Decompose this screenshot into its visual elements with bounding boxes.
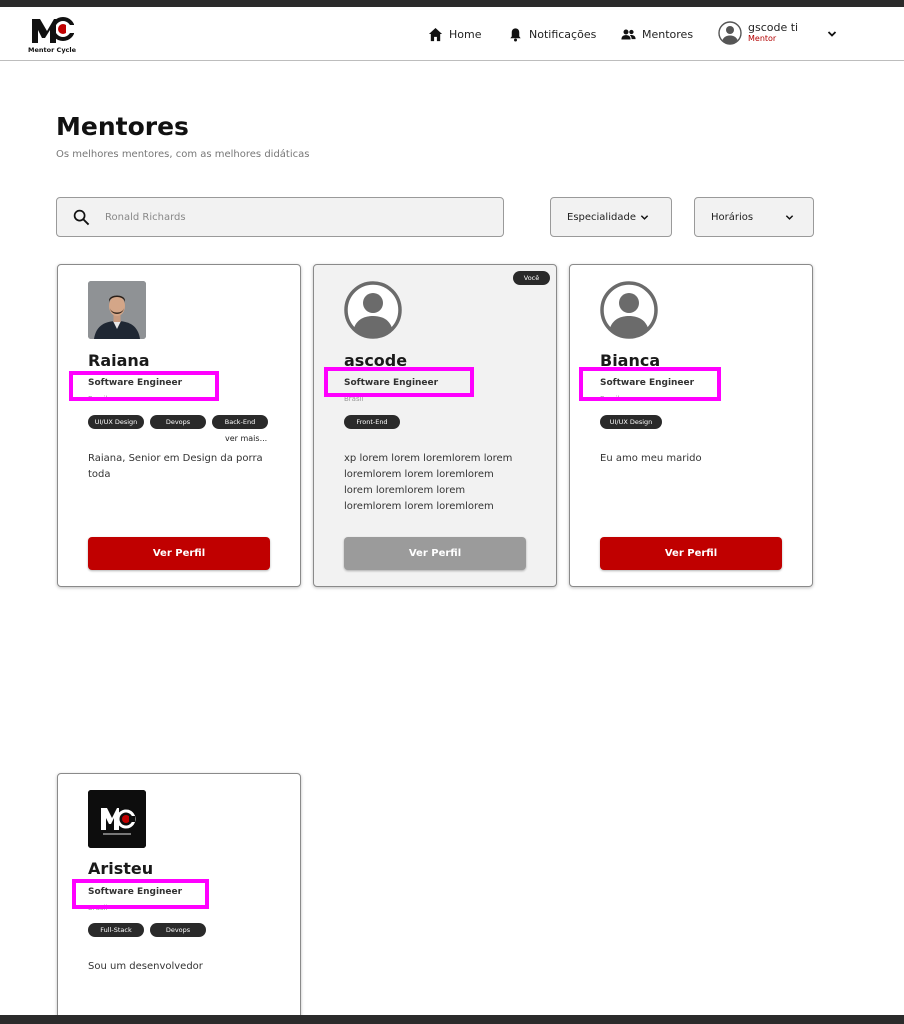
skill-tags: Full-Stack Devops xyxy=(88,923,206,937)
window-bottom-bar xyxy=(0,1015,904,1024)
view-profile-button[interactable]: Ver Perfil xyxy=(88,537,270,570)
search-icon xyxy=(73,209,90,226)
user-menu[interactable]: gscode ti Mentor xyxy=(718,21,798,45)
skill-tag: Front-End xyxy=(344,415,400,429)
specialty-filter[interactable]: Especialidade xyxy=(550,197,672,237)
default-avatar-icon xyxy=(600,281,658,339)
user-avatar-icon xyxy=(718,21,742,45)
nav-home[interactable]: Home xyxy=(428,25,481,43)
search-bar xyxy=(56,197,504,237)
mentor-bio: Eu amo meu marido xyxy=(600,453,702,464)
chevron-down-icon[interactable] xyxy=(826,28,838,40)
highlight-box xyxy=(579,367,721,401)
skill-tags: Front-End xyxy=(344,415,400,429)
nav-home-label: Home xyxy=(449,27,482,41)
chevron-down-icon xyxy=(640,214,649,220)
mentor-cycle-logo-icon xyxy=(88,790,146,848)
nav-mentors-label: Mentores xyxy=(642,27,694,41)
highlight-box xyxy=(69,371,219,401)
highlight-box xyxy=(72,879,209,909)
mentor-card: Raiana Software Engineer Brasil UI/UX De… xyxy=(57,264,301,587)
mentor-photo xyxy=(88,281,146,339)
you-badge: Você xyxy=(513,271,550,285)
user-role: Mentor xyxy=(748,34,777,43)
mentor-bio: Raiana, Senior em Design da porra toda xyxy=(88,453,263,480)
view-profile-button[interactable]: Ver Perfil xyxy=(344,537,526,570)
skill-tag: Devops xyxy=(150,923,206,937)
skill-tags: UI/UX Design xyxy=(600,415,662,429)
skill-tag: Back-End xyxy=(212,415,268,429)
window-top-strip xyxy=(0,0,904,7)
mentor-card: Você ascode Software Engineer Brasil Fro… xyxy=(313,264,557,587)
navbar: Mentor Cycle Home Notificações Mentores … xyxy=(0,7,904,61)
skill-tag: UI/UX Design xyxy=(88,415,144,429)
nav-notifications[interactable]: Notificações xyxy=(508,25,596,43)
users-icon xyxy=(621,29,636,39)
home-icon xyxy=(428,27,443,41)
logo-mark-icon xyxy=(32,17,74,43)
skill-tags: UI/UX Design Devops Back-End xyxy=(88,415,268,429)
page-subtitle: Os melhores mentores, com as melhores di… xyxy=(56,149,310,160)
search-input[interactable] xyxy=(105,206,485,228)
mentor-card: Bianca Software Engineer Brasil UI/UX De… xyxy=(569,264,813,587)
mentor-name: Raiana xyxy=(88,351,150,370)
specialty-filter-label: Especialidade xyxy=(567,211,636,223)
mentor-photo xyxy=(88,790,146,848)
skill-tag: UI/UX Design xyxy=(600,415,662,429)
mentor-bio: Sou um desenvolvedor xyxy=(88,961,203,972)
highlight-box xyxy=(324,367,474,397)
default-avatar-icon xyxy=(344,281,402,339)
bell-icon xyxy=(510,27,521,41)
nav-notifications-label: Notificações xyxy=(529,27,597,41)
mentor-name: Aristeu xyxy=(88,859,154,878)
nav-mentors[interactable]: Mentores xyxy=(621,25,693,43)
see-more-link[interactable]: ver mais... xyxy=(225,434,267,443)
skill-tag: Full-Stack xyxy=(88,923,144,937)
mentor-bio: xp lorem lorem loremlorem lorem loremlor… xyxy=(344,453,513,512)
schedule-filter[interactable]: Horários xyxy=(694,197,814,237)
user-name: gscode ti xyxy=(748,21,799,34)
skill-tag: Devops xyxy=(150,415,206,429)
mentor-photo-image xyxy=(88,281,146,339)
chevron-down-icon xyxy=(785,215,794,220)
mentor-cycle-logo[interactable]: Mentor Cycle xyxy=(28,15,76,61)
schedule-filter-label: Horários xyxy=(711,211,754,223)
view-profile-button[interactable]: Ver Perfil xyxy=(600,537,782,570)
page-title: Mentores xyxy=(56,112,189,141)
logo-text: Mentor Cycle xyxy=(28,46,77,54)
